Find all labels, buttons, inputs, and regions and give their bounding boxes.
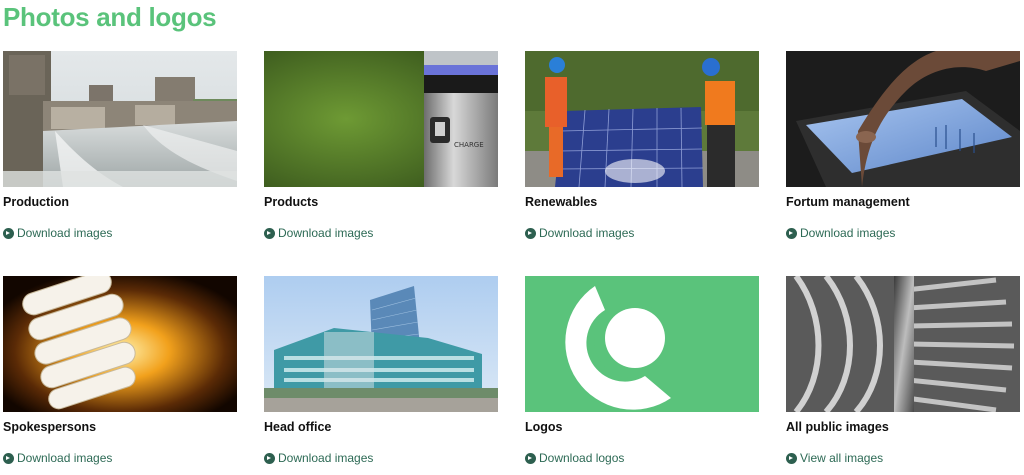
category-card-renewables: Renewables Download images	[525, 51, 759, 240]
category-card-fortum-management: Fortum management Download images	[786, 51, 1020, 240]
card-title[interactable]: Spokespersons	[3, 420, 237, 435]
card-title[interactable]: All public images	[786, 420, 1020, 435]
download-images-link[interactable]: Download images	[525, 226, 759, 240]
arrow-circle-icon	[3, 227, 14, 239]
arrow-circle-icon	[264, 227, 275, 239]
solar-panel-workers-photo[interactable]	[525, 51, 759, 187]
fortum-logo-tile[interactable]	[525, 276, 759, 412]
arrow-circle-icon	[786, 452, 797, 464]
download-images-link[interactable]: Download images	[264, 451, 498, 465]
card-title[interactable]: Head office	[264, 420, 498, 435]
download-images-link[interactable]: Download images	[3, 226, 237, 240]
category-card-head-office: Head office Download images	[264, 276, 498, 465]
category-card-products: CHARGE Products Download images	[264, 51, 498, 240]
arrow-circle-icon	[3, 452, 14, 464]
link-label: Download images	[17, 451, 113, 465]
link-label: View all images	[800, 451, 884, 465]
link-label: Download images	[278, 226, 374, 240]
category-card-spokespersons: Spokespersons Download images	[3, 276, 237, 465]
link-label: Download images	[17, 226, 113, 240]
turbine-blades-photo[interactable]	[786, 276, 1020, 412]
card-title[interactable]: Fortum management	[786, 195, 1020, 210]
arrow-circle-icon	[786, 227, 797, 239]
category-card-production: Production Download images	[3, 51, 237, 240]
arrow-circle-icon	[525, 227, 536, 239]
arrow-circle-icon	[525, 452, 536, 464]
download-images-link[interactable]: Download images	[3, 451, 237, 465]
view-all-images-link[interactable]: View all images	[786, 451, 1020, 465]
tablet-touch-photo[interactable]	[786, 51, 1020, 187]
svg-text:CHARGE: CHARGE	[454, 141, 484, 149]
office-building-photo[interactable]	[264, 276, 498, 412]
link-label: Download logos	[539, 451, 625, 465]
page-title: Photos and logos	[3, 2, 217, 32]
hydro-dam-photo[interactable]	[3, 51, 237, 187]
download-images-link[interactable]: Download images	[786, 226, 1020, 240]
card-title[interactable]: Production	[3, 195, 237, 210]
card-title[interactable]: Logos	[525, 420, 759, 435]
download-images-link[interactable]: Download images	[264, 226, 498, 240]
ev-charger-photo[interactable]: CHARGE	[264, 51, 498, 187]
arrow-circle-icon	[264, 452, 275, 464]
category-card-logos: Logos Download logos	[525, 276, 759, 465]
link-label: Download images	[278, 451, 374, 465]
energy-saving-bulb-photo[interactable]	[3, 276, 237, 412]
category-card-all-public-images: All public images View all images	[786, 276, 1020, 465]
card-title[interactable]: Products	[264, 195, 498, 210]
link-label: Download images	[800, 226, 896, 240]
card-title[interactable]: Renewables	[525, 195, 759, 210]
link-label: Download images	[539, 226, 635, 240]
download-logos-link[interactable]: Download logos	[525, 451, 759, 465]
